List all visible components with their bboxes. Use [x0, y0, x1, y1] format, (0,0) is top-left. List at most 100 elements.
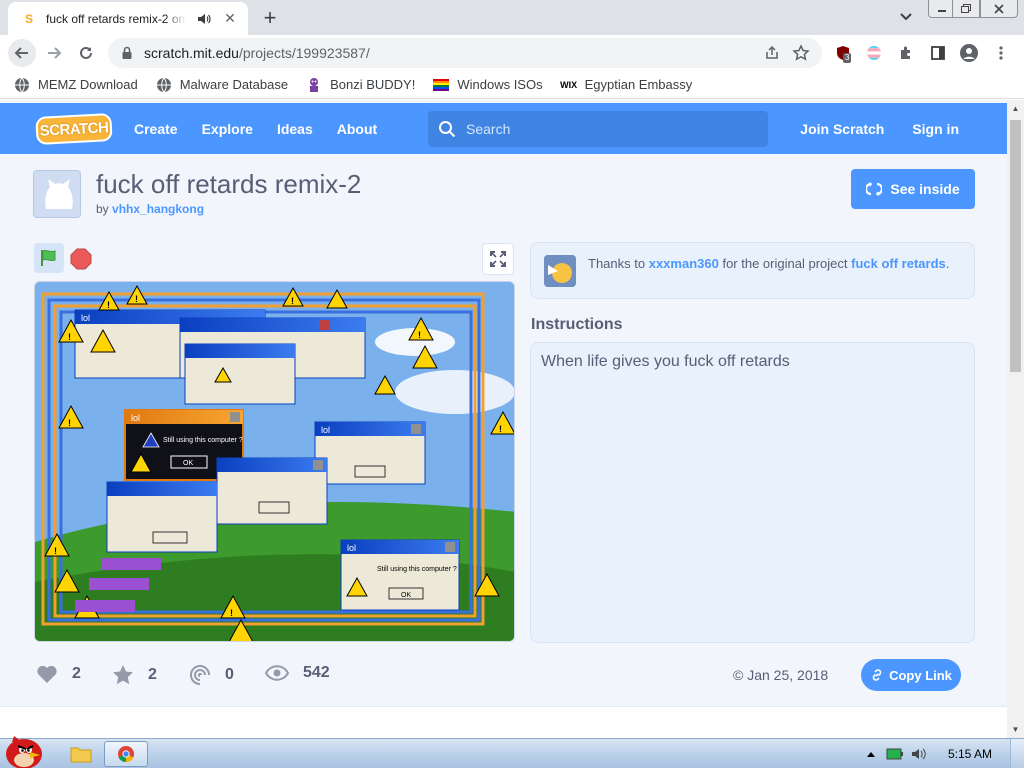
- new-tab-button[interactable]: +: [258, 5, 282, 30]
- scratch-logo[interactable]: SCRATCH: [35, 112, 113, 145]
- scratch-navbar: SCRATCH Create Explore Ideas About Join …: [0, 103, 1007, 154]
- bookmark-label: Bonzi BUDDY!: [330, 77, 416, 92]
- window-close-button[interactable]: [980, 0, 1018, 18]
- stage-dialog-ok: OK: [183, 460, 193, 467]
- scroll-thumb[interactable]: [1010, 120, 1021, 372]
- green-flag-icon: [41, 249, 56, 266]
- address-bar[interactable]: scratch.mit.edu/projects/199923587/: [108, 38, 822, 68]
- see-inside-icon: [866, 182, 883, 196]
- share-icon[interactable]: [764, 45, 780, 61]
- tab-active[interactable]: S fuck off retards remix-2 on Scratch ✕: [8, 2, 248, 35]
- taskbar-explorer-button[interactable]: [66, 741, 96, 767]
- green-flag-button[interactable]: [34, 243, 64, 273]
- credits-text: Thanks to xxxman360 for the original pro…: [588, 256, 958, 272]
- more-menu-icon[interactable]: [992, 44, 1010, 62]
- copy-link-label: Copy Link: [889, 667, 952, 683]
- scroll-down-arrow-icon[interactable]: ▼: [1011, 725, 1020, 734]
- credit-user-link[interactable]: xxxman360: [649, 256, 719, 271]
- stage-dialog-text: Still using this computer ?: [377, 566, 457, 573]
- link-icon: [872, 669, 882, 681]
- back-button[interactable]: [8, 39, 36, 67]
- restore-button[interactable]: [952, 0, 980, 18]
- copy-link-button[interactable]: Copy Link: [861, 659, 961, 691]
- views-stat: 542: [265, 664, 330, 682]
- bookmark-label: Windows ISOs: [457, 77, 543, 92]
- show-desktop-button[interactable]: [1010, 739, 1024, 768]
- page-viewport: SCRATCH Create Explore Ideas About Join …: [0, 100, 1007, 738]
- tab-close-icon[interactable]: ✕: [222, 10, 238, 27]
- stop-sign-icon[interactable]: [70, 248, 92, 270]
- original-project-link[interactable]: fuck off retards: [851, 256, 946, 271]
- globe-icon: [15, 77, 29, 92]
- svg-text:!: !: [68, 332, 71, 342]
- bookmark-item[interactable]: Bonzi BUDDY!: [306, 77, 415, 93]
- bookmark-item[interactable]: Windows ISOs: [433, 77, 543, 93]
- stage-dialog-window: lol: [314, 421, 426, 485]
- nav-ideas[interactable]: Ideas: [277, 121, 313, 137]
- page-scrollbar[interactable]: ▲ ▼: [1007, 100, 1024, 738]
- svg-text:!: !: [107, 300, 110, 310]
- taskbar-clock[interactable]: 5:15 AM: [948, 747, 992, 761]
- credit-user-avatar[interactable]: [544, 255, 576, 287]
- taskbar-chrome-button[interactable]: [104, 741, 148, 767]
- remix-swirl-icon: [190, 665, 210, 685]
- battery-icon[interactable]: [886, 746, 904, 762]
- stage-canvas[interactable]: lol lol Still using this computer ? OK l…: [35, 282, 515, 642]
- see-inside-button[interactable]: See inside: [851, 169, 975, 209]
- svg-text:!: !: [135, 294, 138, 304]
- reload-button[interactable]: [72, 39, 100, 67]
- system-tray: 5:15 AM: [862, 739, 1024, 768]
- nav-explore[interactable]: Explore: [202, 121, 253, 137]
- bonzi-icon: [310, 77, 319, 92]
- search-box[interactable]: [428, 111, 768, 147]
- author-avatar[interactable]: [33, 170, 81, 218]
- sign-in-link[interactable]: Sign in: [912, 121, 959, 137]
- wix-icon: WIX: [560, 79, 578, 90]
- volume-icon[interactable]: [910, 746, 928, 762]
- start-button-angry-bird-icon[interactable]: [0, 730, 52, 768]
- search-input[interactable]: [466, 121, 746, 137]
- show-hidden-icons-arrow-icon[interactable]: [862, 746, 880, 762]
- fullscreen-button[interactable]: [482, 243, 514, 275]
- lock-icon[interactable]: [120, 46, 134, 60]
- back-arrow-icon: [14, 47, 28, 59]
- audio-playing-icon[interactable]: [196, 11, 212, 27]
- extensions-puzzle-icon[interactable]: [897, 44, 915, 62]
- nav-about[interactable]: About: [337, 121, 377, 137]
- join-scratch-link[interactable]: Join Scratch: [800, 121, 884, 137]
- bookmarks-bar: MEMZ Download Malware Database Bonzi BUD…: [0, 71, 1024, 99]
- side-panel-icon[interactable]: [929, 44, 947, 62]
- credits-middle: for the original project: [722, 256, 848, 271]
- stage-dialog-text: Still using this computer ?: [163, 437, 243, 444]
- bookmark-item[interactable]: MEMZ Download: [14, 77, 138, 93]
- favorite-stat[interactable]: 2: [112, 664, 157, 686]
- scroll-up-arrow-icon[interactable]: ▲: [1011, 104, 1020, 113]
- profile-avatar-icon[interactable]: [960, 44, 978, 62]
- bookmark-label: Egyptian Embassy: [584, 77, 693, 92]
- instructions-text: When life gives you fuck off retards: [541, 353, 790, 370]
- trans-flag-extension-icon[interactable]: [865, 44, 883, 62]
- bookmark-label: Malware Database: [179, 77, 289, 92]
- stage-dialog-title: lol: [347, 543, 356, 553]
- bookmark-star-icon[interactable]: [792, 44, 810, 62]
- favorite-count: 2: [148, 666, 157, 683]
- tab-search-chevron-icon[interactable]: [896, 8, 916, 26]
- extension-badge: 3: [843, 53, 852, 63]
- see-inside-label: See inside: [890, 181, 960, 197]
- author-link[interactable]: vhhx_hangkong: [112, 202, 204, 216]
- bookmark-item[interactable]: Malware Database: [156, 77, 288, 93]
- nav-create[interactable]: Create: [134, 121, 178, 137]
- browser-toolbar: scratch.mit.edu/projects/199923587/: [0, 35, 1024, 71]
- project-title[interactable]: fuck off retards remix-2: [96, 169, 361, 200]
- forward-button[interactable]: [40, 39, 68, 67]
- remix-stat[interactable]: 0: [189, 664, 234, 686]
- heart-icon: [37, 665, 57, 683]
- url-path: /projects/199923587/: [238, 45, 370, 61]
- bookmark-item[interactable]: WIX Egyptian Embassy: [560, 77, 693, 93]
- love-stat[interactable]: 2: [36, 664, 81, 684]
- instructions-heading: Instructions: [531, 316, 623, 333]
- chrome-icon: [118, 746, 134, 763]
- reload-icon: [80, 46, 92, 59]
- forward-arrow-icon: [48, 47, 62, 59]
- project-stage[interactable]: lol lol Still using this computer ? OK l…: [34, 281, 515, 642]
